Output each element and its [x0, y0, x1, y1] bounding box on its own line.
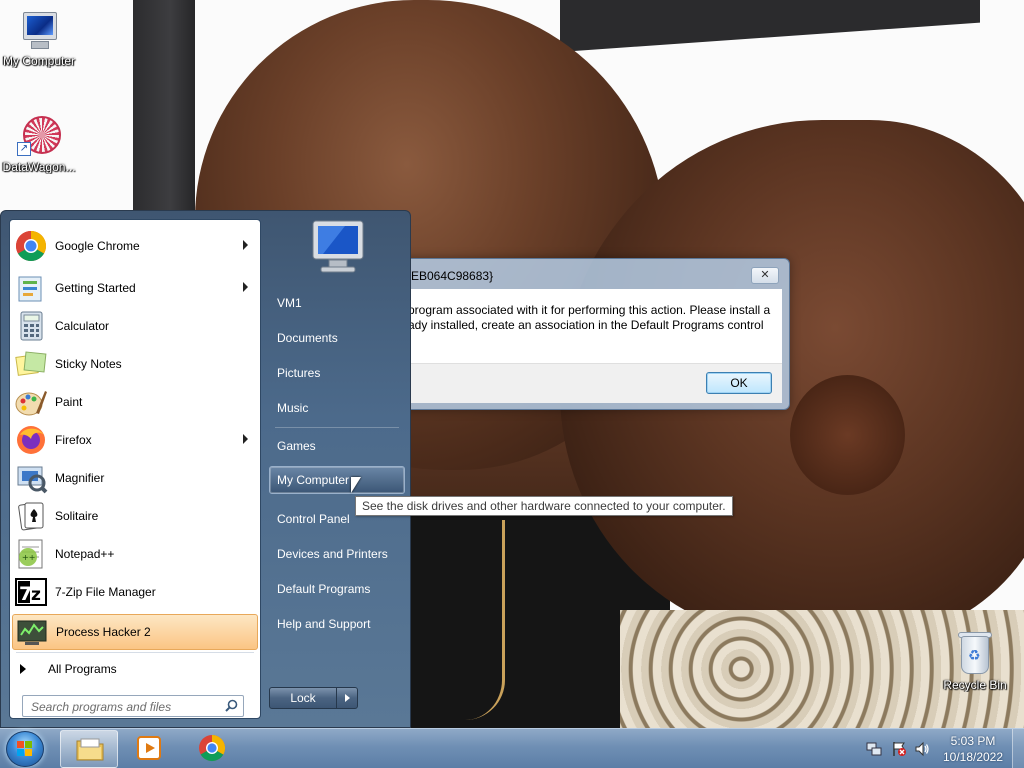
start-item-label: Magnifier	[55, 471, 105, 485]
start-item-sticky-notes[interactable]: Sticky Notes	[12, 346, 258, 382]
svg-text:z: z	[31, 585, 41, 605]
dialog-body: program associated with it for performin…	[378, 289, 782, 363]
dialog-message: program associated with it for performin…	[408, 303, 788, 333]
place-devices-and-printers[interactable]: Devices and Printers	[269, 540, 405, 568]
desktop-icon-my-computer[interactable]: My Computer	[1, 10, 77, 68]
dialog-close-button[interactable]: ✕	[751, 267, 779, 284]
clock-date: 10/18/2022	[942, 750, 1004, 764]
start-item-google-chrome[interactable]: Google Chrome	[12, 228, 258, 264]
submenu-arrow-icon[interactable]	[243, 282, 248, 292]
lock-button[interactable]: Lock	[269, 687, 337, 709]
start-menu-divider	[16, 652, 254, 653]
dialog-footer: OK	[378, 363, 782, 403]
chrome-icon	[199, 734, 226, 762]
start-item-label: Google Chrome	[55, 239, 140, 253]
solitaire-icon	[14, 499, 48, 533]
all-programs-label: All Programs	[48, 662, 117, 676]
computer-icon	[17, 10, 61, 52]
start-item-calculator[interactable]: Calculator	[12, 308, 258, 344]
system-clock[interactable]: 5:03 PM 10/18/2022	[938, 733, 1008, 765]
magnifier-icon	[14, 461, 48, 495]
clock-time: 5:03 PM	[950, 734, 996, 748]
tooltip: See the disk drives and other hardware c…	[355, 496, 733, 516]
recycle-bin-icon	[955, 630, 995, 676]
start-item-label: Firefox	[55, 433, 92, 447]
all-programs-button[interactable]: All Programs	[20, 658, 117, 680]
start-item-label: Process Hacker 2	[56, 625, 151, 639]
ok-button[interactable]: OK	[706, 372, 772, 394]
windows-logo-icon	[17, 741, 33, 757]
start-item-label: Paint	[55, 395, 83, 409]
firefox-icon	[14, 423, 48, 457]
start-item-7zip[interactable]: 7z 7-Zip File Manager	[12, 574, 258, 610]
search-placeholder: Search programs and files	[31, 700, 172, 714]
places-divider	[275, 427, 399, 428]
start-button[interactable]	[6, 731, 44, 767]
process-hacker-icon	[15, 615, 49, 649]
start-item-magnifier[interactable]: Magnifier	[12, 460, 258, 496]
place-default-programs[interactable]: Default Programs	[269, 575, 405, 603]
place-my-computer[interactable]: My Computer	[269, 466, 405, 494]
place-documents[interactable]: Documents	[269, 324, 405, 352]
place-games[interactable]: Games	[269, 432, 405, 460]
mouse-cursor-icon	[351, 477, 361, 493]
paint-icon	[14, 385, 48, 419]
media-player-icon	[137, 736, 161, 760]
submenu-arrow-icon[interactable]	[243, 240, 248, 250]
volume-icon[interactable]	[914, 741, 930, 757]
svg-text:++: ++	[22, 553, 35, 562]
start-menu-programs-pane: Google Chrome Getting Started Calculator…	[9, 219, 261, 719]
taskbar: 5:03 PM 10/18/2022	[0, 728, 1024, 768]
place-music[interactable]: Music	[269, 394, 405, 422]
dialog-message-line: program associated with it for performin…	[408, 303, 771, 317]
start-item-label: 7-Zip File Manager	[55, 585, 156, 599]
notepadpp-icon: ++	[14, 537, 48, 571]
taskbar-explorer-button[interactable]	[60, 730, 118, 768]
start-item-label: Notepad++	[55, 547, 115, 561]
desktop-icon-label: Recycle Bin	[943, 678, 1007, 692]
search-icon[interactable]	[225, 699, 238, 712]
start-item-notepadpp[interactable]: ++ Notepad++	[12, 536, 258, 572]
show-desktop-button[interactable]	[1012, 729, 1024, 768]
desktop-icon-label: My Computer	[2, 54, 76, 68]
start-menu: Google Chrome Getting Started Calculator…	[0, 210, 411, 728]
start-item-firefox[interactable]: Firefox	[12, 422, 258, 458]
start-item-label: Sticky Notes	[55, 357, 122, 371]
calculator-icon	[14, 309, 48, 343]
dialog-title: EB064C98683}	[411, 269, 494, 283]
search-input[interactable]: Search programs and files	[22, 695, 244, 717]
start-item-label: Calculator	[55, 319, 110, 333]
desktop-icon-datawagon[interactable]: ↗ DataWagon...	[1, 114, 77, 174]
chrome-icon	[14, 229, 48, 263]
sticky-notes-icon	[14, 347, 48, 381]
start-item-getting-started[interactable]: Getting Started	[12, 270, 258, 306]
taskbar-media-player-button[interactable]	[120, 730, 178, 768]
place-pictures[interactable]: Pictures	[269, 359, 405, 387]
network-icon[interactable]	[866, 741, 882, 757]
getting-started-icon	[14, 271, 48, 305]
desktop-icon-label: DataWagon...	[2, 160, 76, 174]
place-vm1[interactable]: VM1	[269, 289, 405, 317]
start-item-paint[interactable]: Paint	[12, 384, 258, 420]
datawagon-icon: ↗	[17, 114, 61, 158]
submenu-arrow-icon[interactable]	[243, 434, 248, 444]
user-picture-computer-icon[interactable]	[305, 217, 369, 277]
start-item-label: Getting Started	[55, 281, 136, 295]
start-item-process-hacker[interactable]: Process Hacker 2	[12, 614, 258, 650]
chevron-right-icon	[20, 664, 26, 674]
error-dialog: EB064C98683} ✕ program associated with i…	[370, 258, 790, 410]
start-menu-places-pane: VM1 Documents Pictures Music Games My Co…	[269, 211, 409, 729]
taskbar-chrome-button[interactable]	[183, 730, 241, 768]
desktop-icon-recycle-bin[interactable]: Recycle Bin	[937, 630, 1013, 692]
action-center-flag-icon[interactable]	[891, 741, 907, 757]
shutdown-options-arrow-button[interactable]	[336, 687, 358, 709]
start-item-label: Solitaire	[55, 509, 99, 523]
7zip-icon: 7z	[14, 575, 48, 609]
dialog-message-line: ady installed, create an association in …	[408, 318, 764, 332]
explorer-icon	[76, 738, 104, 761]
place-help-and-support[interactable]: Help and Support	[269, 610, 405, 638]
start-item-solitaire[interactable]: Solitaire	[12, 498, 258, 534]
